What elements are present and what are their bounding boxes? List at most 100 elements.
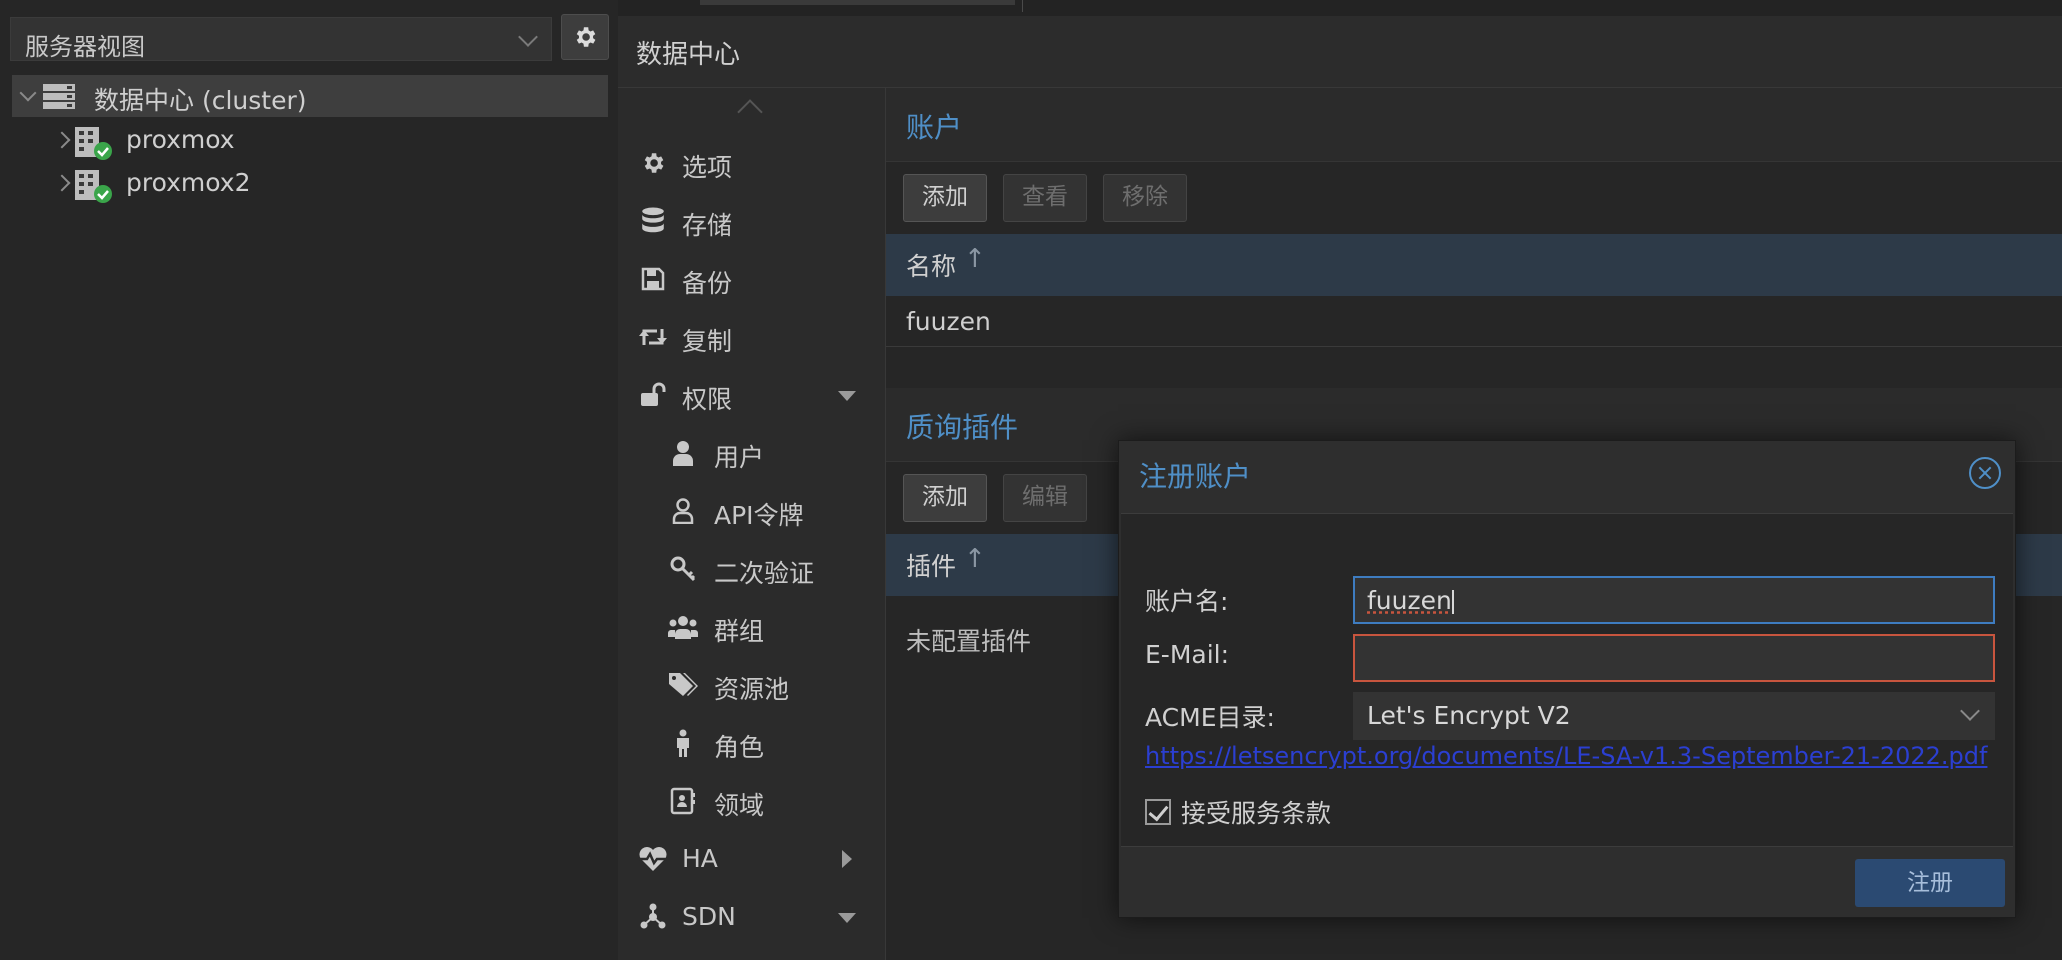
unlock-icon	[638, 380, 668, 410]
tree-node-label: 数据中心 (cluster)	[94, 86, 307, 115]
nav-item-two-factor[interactable]: 二次验证	[618, 544, 886, 594]
tags-icon	[668, 670, 698, 700]
accounts-grid-header[interactable]: 名称 ↑	[886, 234, 2062, 296]
email-label: E-Mail:	[1145, 640, 1230, 669]
tree-node-label: proxmox	[126, 125, 235, 154]
text-cursor	[1451, 590, 1454, 614]
user-icon	[668, 438, 698, 468]
tos-link[interactable]: https://letsencrypt.org/documents/LE-SA-…	[1145, 742, 1987, 770]
expand-toggle-icon[interactable]	[838, 391, 856, 401]
email-input[interactable]	[1353, 634, 1995, 682]
nav-item-label: 存储	[682, 211, 733, 240]
nav-item-groups[interactable]: 群组	[618, 602, 886, 652]
account-name-cell: fuuzen	[906, 307, 991, 336]
chevron-down-icon	[1960, 701, 1980, 721]
nav-item-label: 复制	[682, 327, 733, 356]
datacenter-header: 数据中心	[618, 16, 2062, 88]
sdn-icon	[638, 902, 668, 932]
sort-asc-icon: ↑	[964, 244, 986, 274]
toolbar-divider	[1022, 0, 1023, 12]
view-account-button[interactable]: 查看	[1003, 174, 1087, 222]
dialog-body: 账户名: fuuzen E-Mail: ACME目录: Let's Encryp…	[1121, 513, 2013, 847]
floppy-icon	[638, 264, 668, 294]
tree-node-label: proxmox2	[126, 168, 251, 197]
nav-item-sdn[interactable]: SDN	[618, 892, 886, 942]
nav-item-label: API令牌	[714, 501, 804, 530]
view-select-value: 服务器视图	[25, 33, 145, 61]
tree-node-proxmox2[interactable]: proxmox2	[12, 162, 608, 204]
nav-item-label: 备份	[682, 269, 733, 298]
nav-item-label: 二次验证	[714, 559, 815, 588]
expand-toggle-icon[interactable]	[842, 850, 852, 868]
column-header-plugin[interactable]: 插件	[906, 547, 956, 583]
nav-item-permissions[interactable]: 权限	[618, 370, 886, 420]
nav-item-pools[interactable]: 资源池	[618, 660, 886, 710]
nav-item-ha[interactable]: HA	[618, 834, 886, 884]
edit-plugin-button[interactable]: 编辑	[1003, 474, 1087, 522]
chevron-down-icon	[518, 27, 538, 47]
plugins-title: 质询插件	[906, 411, 1019, 444]
remove-account-button[interactable]: 移除	[1103, 174, 1187, 222]
server-rack-icon	[43, 84, 75, 109]
chevron-down-icon[interactable]	[19, 84, 37, 102]
nav-item-roles[interactable]: 角色	[618, 718, 886, 768]
retweet-icon	[638, 322, 668, 352]
register-account-dialog: 注册账户 账户名: fuuzen E-Mail: ACME目录: Let's E…	[1118, 440, 2016, 918]
chevron-right-icon[interactable]	[53, 131, 71, 149]
nav-item-label: 角色	[714, 733, 765, 762]
tree-node-datacenter[interactable]: 数据中心 (cluster)	[12, 75, 608, 117]
close-icon[interactable]	[1969, 457, 2001, 489]
empty-plugins-text: 未配置插件	[906, 627, 1032, 656]
column-header-name[interactable]: 名称	[906, 247, 956, 283]
tree-node-proxmox[interactable]: proxmox	[12, 119, 608, 161]
chevron-right-icon[interactable]	[53, 174, 71, 192]
male-icon	[668, 728, 698, 758]
user-outline-icon	[668, 496, 698, 526]
top-search-field[interactable]	[700, 0, 1015, 5]
node-online-icon	[75, 127, 112, 160]
nav-item-replication[interactable]: 复制	[618, 312, 886, 362]
nav-item-label: 用户	[714, 443, 765, 472]
expand-toggle-icon[interactable]	[838, 913, 856, 923]
users-icon	[668, 612, 698, 642]
nav-item-backup[interactable]: 备份	[618, 254, 886, 304]
nav-item-label: 资源池	[714, 675, 790, 704]
account-name-input[interactable]: fuuzen	[1353, 576, 1995, 624]
tree-settings-button[interactable]	[561, 14, 609, 60]
key-icon	[668, 554, 698, 584]
account-name-label: 账户名:	[1145, 587, 1229, 616]
tos-checkbox[interactable]	[1145, 799, 1171, 825]
node-online-icon	[75, 170, 112, 203]
sort-asc-icon: ↑	[964, 544, 986, 574]
nav-item-label: SDN	[682, 902, 736, 931]
gear-icon	[576, 27, 596, 47]
add-plugin-button[interactable]: 添加	[903, 474, 987, 522]
heartbeat-icon	[638, 844, 668, 874]
nav-item-label: 选项	[682, 153, 733, 182]
page-title: 数据中心	[636, 40, 741, 70]
address-book-icon	[668, 786, 698, 816]
nav-item-label: 权限	[682, 385, 733, 414]
add-account-button[interactable]: 添加	[903, 174, 987, 222]
dialog-title: 注册账户	[1139, 460, 1252, 493]
acme-directory-value: Let's Encrypt V2	[1367, 701, 1571, 730]
nav-item-options[interactable]: 选项	[618, 138, 886, 188]
nav-item-label: HA	[682, 844, 718, 873]
nav-item-realms[interactable]: 领域	[618, 776, 886, 826]
account-name-value: fuuzen	[1367, 586, 1452, 615]
gear-icon	[638, 148, 668, 178]
nav-item-label: 领域	[714, 791, 765, 820]
tos-checkbox-label[interactable]: 接受服务条款	[1181, 794, 1331, 830]
view-select[interactable]: 服务器视图	[10, 17, 552, 61]
nav-item-api-tokens[interactable]: API令牌	[618, 486, 886, 536]
acme-directory-select[interactable]: Let's Encrypt V2	[1353, 692, 1995, 740]
register-button[interactable]: 注册	[1855, 859, 2005, 907]
accounts-panel-header: 账户	[886, 88, 2062, 162]
nav-item-storage[interactable]: 存储	[618, 196, 886, 246]
nav-item-label: 群组	[714, 617, 765, 646]
database-icon	[638, 206, 668, 236]
acme-directory-label: ACME目录:	[1145, 703, 1275, 732]
table-row[interactable]: fuuzen	[886, 297, 2062, 347]
accounts-title: 账户	[906, 111, 963, 144]
nav-item-users[interactable]: 用户	[618, 428, 886, 478]
